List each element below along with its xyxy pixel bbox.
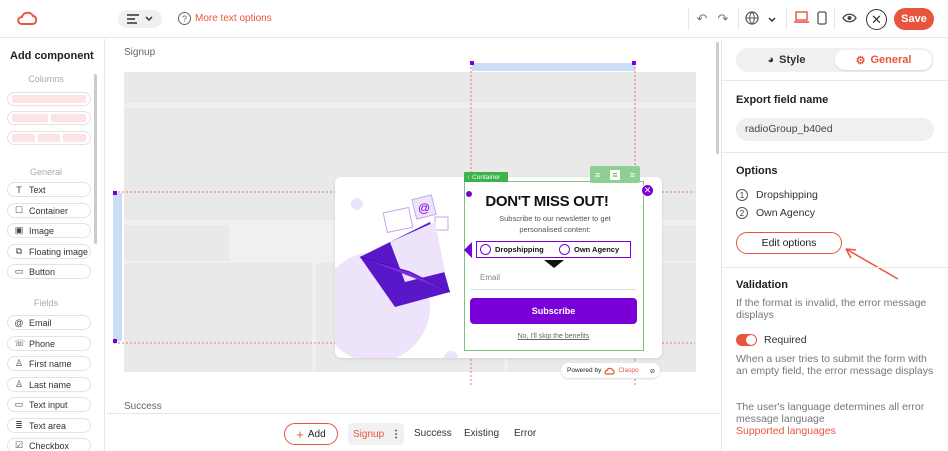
- radio-label: Own Agency: [574, 245, 620, 254]
- radio-button[interactable]: [559, 244, 570, 255]
- skip-link[interactable]: No, I'll skip the benefits: [470, 333, 637, 340]
- divider: [722, 152, 948, 153]
- align-left-icon[interactable]: ≡: [595, 170, 600, 180]
- edit-options-button[interactable]: Edit options: [736, 232, 842, 254]
- properties-panel: ◕ Style ⚙ General Export field name radioG…: [721, 39, 948, 451]
- remove-element-icon[interactable]: ✕: [641, 184, 654, 197]
- radio-label: Dropshipping: [495, 245, 544, 254]
- radio-group[interactable]: Dropshipping Own Agency: [476, 241, 631, 258]
- add-screen-button[interactable]: + Add: [284, 423, 338, 445]
- screen-tabs-bar: + Add Signup ⋮ Success Existing Error: [106, 413, 720, 451]
- subscribe-button[interactable]: Subscribe: [470, 298, 637, 324]
- radio-drag-handle-icon[interactable]: [464, 242, 473, 258]
- more-vertical-icon[interactable]: ⋮: [391, 429, 401, 440]
- gear-icon: ⚙: [855, 54, 866, 67]
- export-field-title: Export field name: [736, 94, 829, 106]
- tab-success[interactable]: Success: [414, 428, 452, 439]
- container-tag[interactable]: ↑ Container: [464, 172, 508, 182]
- number-2-icon: 2: [736, 207, 748, 219]
- divider: [722, 80, 948, 81]
- divider: [722, 267, 948, 268]
- align-right-icon[interactable]: ≡: [630, 170, 635, 180]
- required-toggle[interactable]: [736, 334, 757, 346]
- plus-icon: +: [296, 426, 304, 442]
- supported-languages-link[interactable]: Supported languages: [736, 425, 836, 437]
- palette-icon: ◕: [767, 54, 775, 66]
- language-description: The user's language determines all error…: [736, 401, 925, 425]
- hide-badge-icon[interactable]: ⊘: [650, 367, 655, 375]
- validation-title: Validation: [736, 279, 788, 291]
- annotation-arrow: [845, 248, 899, 280]
- alignment-toolbar[interactable]: ≡ ≡ ≡: [590, 166, 640, 183]
- align-center-icon[interactable]: ≡: [610, 169, 620, 180]
- option-item: 1 Dropshipping: [736, 189, 818, 201]
- number-1-icon: 1: [736, 189, 748, 201]
- email-input[interactable]: Email: [470, 268, 636, 290]
- export-field-input[interactable]: radioGroup_b40ed: [736, 118, 934, 141]
- powered-by-badge[interactable]: Powered by Claspo ⊘: [561, 363, 660, 378]
- option-item: 2 Own Agency: [736, 207, 815, 219]
- radio-button[interactable]: [480, 244, 491, 255]
- tab-existing[interactable]: Existing: [464, 428, 499, 439]
- brand-name: Claspo: [618, 367, 639, 374]
- options-title: Options: [736, 165, 778, 177]
- panel-tabs: ◕ Style ⚙ General: [736, 48, 934, 72]
- tab-general[interactable]: ⚙ General: [835, 50, 932, 70]
- selection-handle[interactable]: [466, 191, 472, 197]
- tab-style[interactable]: ◕ Style: [738, 50, 835, 70]
- powered-by-label: Powered by: [567, 367, 602, 374]
- required-label: Required: [764, 334, 807, 346]
- brand-logo-icon: [604, 367, 616, 375]
- tab-signup[interactable]: Signup ⋮: [348, 423, 404, 445]
- tab-error[interactable]: Error: [514, 428, 536, 439]
- validation-description: If the format is invalid, the error mess…: [736, 297, 927, 321]
- required-description: When a user tries to submit the form wit…: [736, 353, 934, 377]
